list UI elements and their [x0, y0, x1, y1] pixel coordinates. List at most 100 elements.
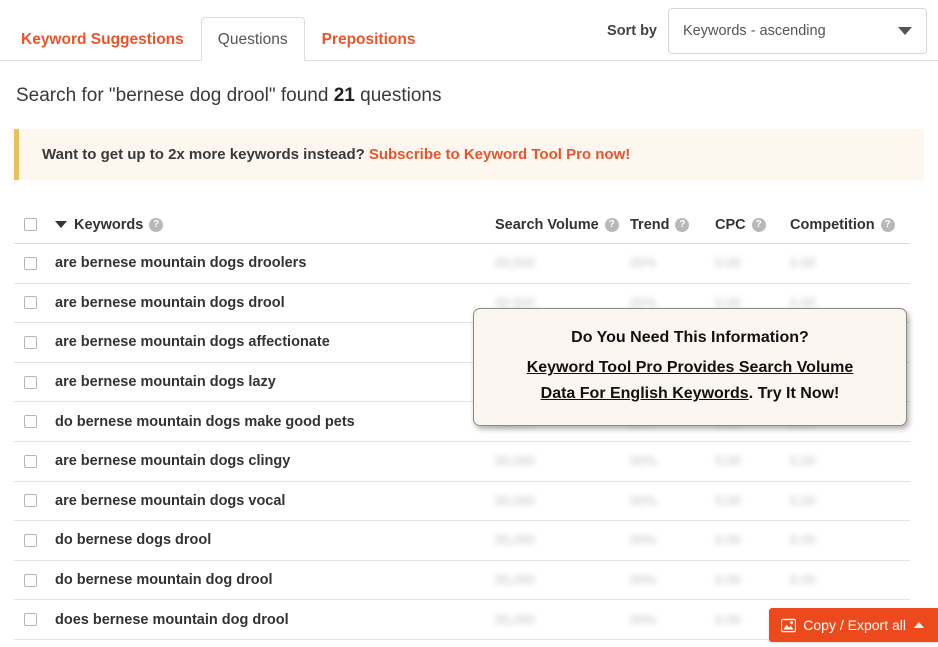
- column-header-trend[interactable]: Trend ?: [630, 217, 715, 233]
- row-checkbox[interactable]: [24, 454, 37, 468]
- keyword-text: do bernese dogs drool: [55, 532, 212, 549]
- table-row[interactable]: do bernese mountain dog drool 00,000 00% 0.…: [14, 561, 910, 601]
- row-checkbox[interactable]: [24, 573, 37, 587]
- table-row[interactable]: do bernese dogs drool 00,000 00% 0.00 0.00: [14, 521, 910, 561]
- column-header-cpc-label: CPC: [715, 216, 746, 233]
- help-icon-cpc[interactable]: ?: [751, 217, 766, 232]
- sort-descending-icon: [55, 221, 67, 228]
- sort-by-selected-value: Keywords - ascending: [683, 23, 826, 39]
- keyword-cell: are bernese mountain dogs clingy: [49, 452, 495, 470]
- select-all-cell: [14, 218, 49, 231]
- upsell-tooltip-title: Do You Need This Information?: [571, 329, 809, 346]
- help-icon-keywords[interactable]: ?: [149, 217, 164, 232]
- row-select-cell: [14, 375, 49, 389]
- search-volume-cell: 00,000: [495, 492, 630, 510]
- keyword-text: are bernese mountain dogs lazy: [55, 374, 276, 391]
- search-volume-value: 00,000: [495, 611, 535, 627]
- cpc-cell: 0.00: [715, 531, 790, 549]
- sort-controls: Sort by Keywords - ascending: [607, 8, 927, 54]
- tab-prepositions[interactable]: Prepositions: [305, 17, 433, 61]
- keyword-text: are bernese mountain dogs drool: [55, 294, 285, 311]
- cpc-value: 0.00: [715, 453, 741, 469]
- keyword-cell: are bernese mountain dogs vocal: [49, 492, 495, 510]
- competition-cell: 0.00: [790, 254, 910, 272]
- select-all-checkbox[interactable]: [24, 218, 37, 231]
- competition-cell: 0.00: [790, 452, 910, 470]
- trend-cell: 00%: [630, 492, 715, 510]
- column-header-keywords[interactable]: Keywords ?: [49, 217, 495, 233]
- column-header-search-volume[interactable]: Search Volume ?: [495, 217, 630, 233]
- row-checkbox[interactable]: [24, 494, 37, 508]
- row-checkbox[interactable]: [24, 613, 37, 627]
- table-header-row: Keywords ? Search Volume ? Trend ? CPC ?…: [14, 206, 910, 244]
- trend-value: 00%: [630, 532, 657, 548]
- row-checkbox[interactable]: [24, 533, 37, 547]
- row-checkbox[interactable]: [24, 415, 37, 429]
- result-suffix: questions: [354, 85, 442, 106]
- column-header-cpc[interactable]: CPC ?: [715, 217, 790, 233]
- tab-keyword-suggestions[interactable]: Keyword Suggestions: [4, 17, 201, 61]
- search-volume-value: 00,000: [495, 453, 535, 469]
- keyword-cell: are bernese mountain dogs lazy: [49, 373, 495, 391]
- tab-bar: Keyword Suggestions Questions Prepositio…: [0, 0, 938, 61]
- sort-by-select[interactable]: Keywords - ascending: [668, 8, 927, 54]
- help-icon-trend[interactable]: ?: [675, 217, 690, 232]
- cpc-cell: 0.00: [715, 452, 790, 470]
- row-checkbox[interactable]: [24, 335, 37, 349]
- competition-cell: 0.00: [790, 531, 910, 549]
- column-header-search-volume-label: Search Volume: [495, 216, 599, 233]
- subscribe-pro-link[interactable]: Subscribe to Keyword Tool Pro now!: [369, 146, 630, 163]
- keyword-text: are bernese mountain dogs affectionate: [55, 334, 330, 351]
- keyword-text: are bernese mountain dogs droolers: [55, 255, 307, 272]
- keyword-cell: are bernese mountain dogs affectionate: [49, 333, 495, 351]
- competition-value: 0.00: [790, 532, 816, 548]
- keyword-text: do bernese mountain dogs make good pets: [55, 413, 355, 430]
- search-volume-cell: 00,000: [495, 571, 630, 589]
- upsell-tooltip-link-line2[interactable]: Data For English Keywords: [541, 385, 749, 402]
- column-header-competition[interactable]: Competition ?: [790, 217, 910, 233]
- sort-by-label: Sort by: [607, 23, 657, 39]
- competition-value: 0.00: [790, 255, 816, 271]
- search-volume-cell: 00,000: [495, 254, 630, 272]
- row-checkbox[interactable]: [24, 296, 37, 310]
- cpc-value: 0.00: [715, 611, 741, 627]
- chevron-up-icon: [914, 622, 924, 628]
- cpc-cell: 0.00: [715, 492, 790, 510]
- row-select-cell: [14, 573, 49, 587]
- export-image-icon: [781, 618, 797, 633]
- cpc-value: 0.00: [715, 255, 741, 271]
- copy-export-all-button[interactable]: Copy / Export all: [769, 608, 938, 642]
- tab-questions[interactable]: Questions: [200, 17, 305, 61]
- result-prefix: Search for "bernese dog drool" found: [16, 85, 334, 106]
- result-count: 21: [333, 85, 355, 106]
- help-icon-search-volume[interactable]: ?: [604, 217, 619, 232]
- row-checkbox[interactable]: [24, 375, 37, 389]
- table-row[interactable]: are bernese mountain dogs vocal 00,000 00%…: [14, 482, 910, 522]
- table-row[interactable]: are bernese mountain dogs droolers 00,000…: [14, 244, 910, 284]
- cpc-cell: 0.00: [715, 254, 790, 272]
- cpc-value: 0.00: [715, 572, 741, 588]
- keyword-cell: do bernese mountain dog drool: [49, 571, 495, 589]
- trend-value: 00%: [630, 255, 657, 271]
- row-checkbox[interactable]: [24, 256, 37, 270]
- upsell-tooltip-tail: . Try It Now!: [748, 385, 840, 402]
- table-row[interactable]: are bernese mountain dogs clingy 00,000 00…: [14, 442, 910, 482]
- trend-cell: 00%: [630, 571, 715, 589]
- row-select-cell: [14, 613, 49, 627]
- upsell-tooltip-link-line1[interactable]: Keyword Tool Pro Provides Search Volume: [527, 359, 854, 376]
- keyword-cell: do bernese mountain dogs make good pets: [49, 413, 495, 431]
- keyword-cell: are bernese mountain dogs droolers: [49, 254, 495, 272]
- trend-value: 00%: [630, 492, 657, 508]
- row-select-cell: [14, 256, 49, 270]
- trend-value: 00%: [630, 572, 657, 588]
- search-volume-cell: 00,000: [495, 531, 630, 549]
- help-icon-competition[interactable]: ?: [880, 217, 895, 232]
- row-select-cell: [14, 533, 49, 547]
- keyword-text: do bernese mountain dog drool: [55, 572, 273, 589]
- trend-cell: 00%: [630, 254, 715, 272]
- trend-value: 00%: [630, 453, 657, 469]
- keyword-cell: does bernese mountain dog drool: [49, 611, 495, 629]
- copy-export-all-label: Copy / Export all: [803, 617, 906, 633]
- competition-value: 0.00: [790, 453, 816, 469]
- column-header-keywords-label: Keywords: [74, 216, 144, 233]
